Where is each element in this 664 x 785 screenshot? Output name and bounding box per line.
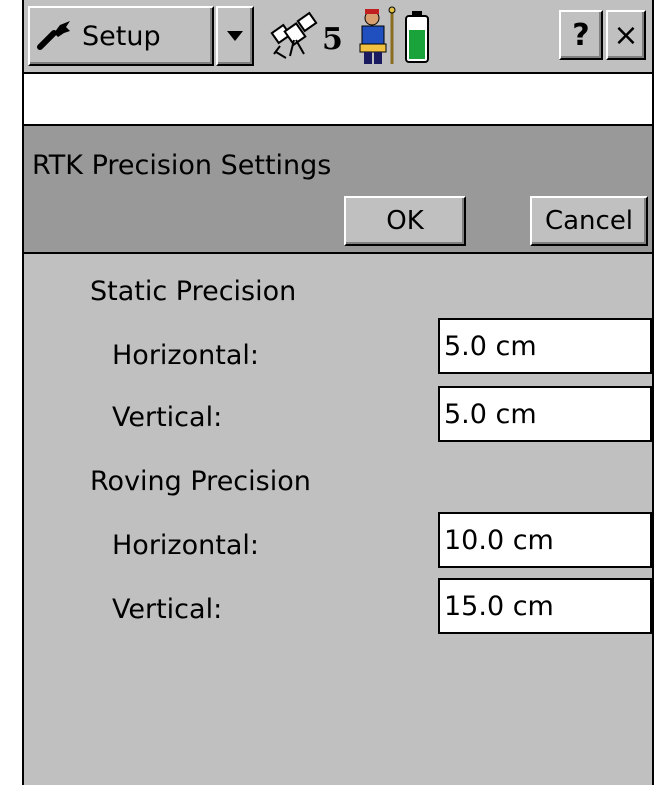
setup-menu-label: Setup — [82, 20, 161, 52]
roving-vertical-field[interactable]: 15.0 cm — [438, 578, 652, 634]
ok-button[interactable]: OK — [344, 196, 466, 246]
form-header: RTK Precision Settings OK Cancel — [24, 126, 652, 254]
roving-vertical-label: Vertical: — [112, 594, 223, 625]
static-horizontal-field[interactable]: 5.0 cm — [438, 318, 652, 374]
app-window: Setup 5 ? × RTK Precision Settings OK Ca… — [22, 0, 654, 785]
static-vertical-label: Vertical: — [112, 402, 223, 433]
satellite-count: 5 — [322, 22, 343, 57]
close-icon: × — [613, 17, 639, 53]
cancel-button[interactable]: Cancel — [530, 196, 648, 246]
help-button[interactable]: ? — [559, 10, 603, 60]
roving-horizontal-field[interactable]: 10.0 cm — [438, 512, 652, 568]
status-message-bar — [24, 74, 652, 126]
roving-precision-heading: Roving Precision — [90, 466, 311, 497]
static-precision-heading: Static Precision — [90, 276, 297, 307]
form-title: RTK Precision Settings — [32, 150, 332, 181]
chevron-down-icon — [226, 27, 244, 46]
close-button[interactable]: × — [606, 10, 646, 60]
setup-menu-button[interactable]: Setup — [28, 6, 214, 66]
roving-horizontal-label: Horizontal: — [112, 530, 259, 561]
static-horizontal-label: Horizontal: — [112, 340, 259, 371]
wrench-icon — [36, 15, 76, 58]
battery-icon[interactable] — [404, 10, 430, 68]
satellite-icon[interactable] — [270, 10, 322, 66]
rover-surveyor-icon[interactable] — [356, 6, 400, 70]
help-icon: ? — [572, 17, 590, 53]
top-toolbar: Setup 5 ? × — [24, 0, 652, 74]
static-vertical-field[interactable]: 5.0 cm — [438, 386, 652, 442]
menu-dropdown-button[interactable] — [216, 6, 254, 66]
